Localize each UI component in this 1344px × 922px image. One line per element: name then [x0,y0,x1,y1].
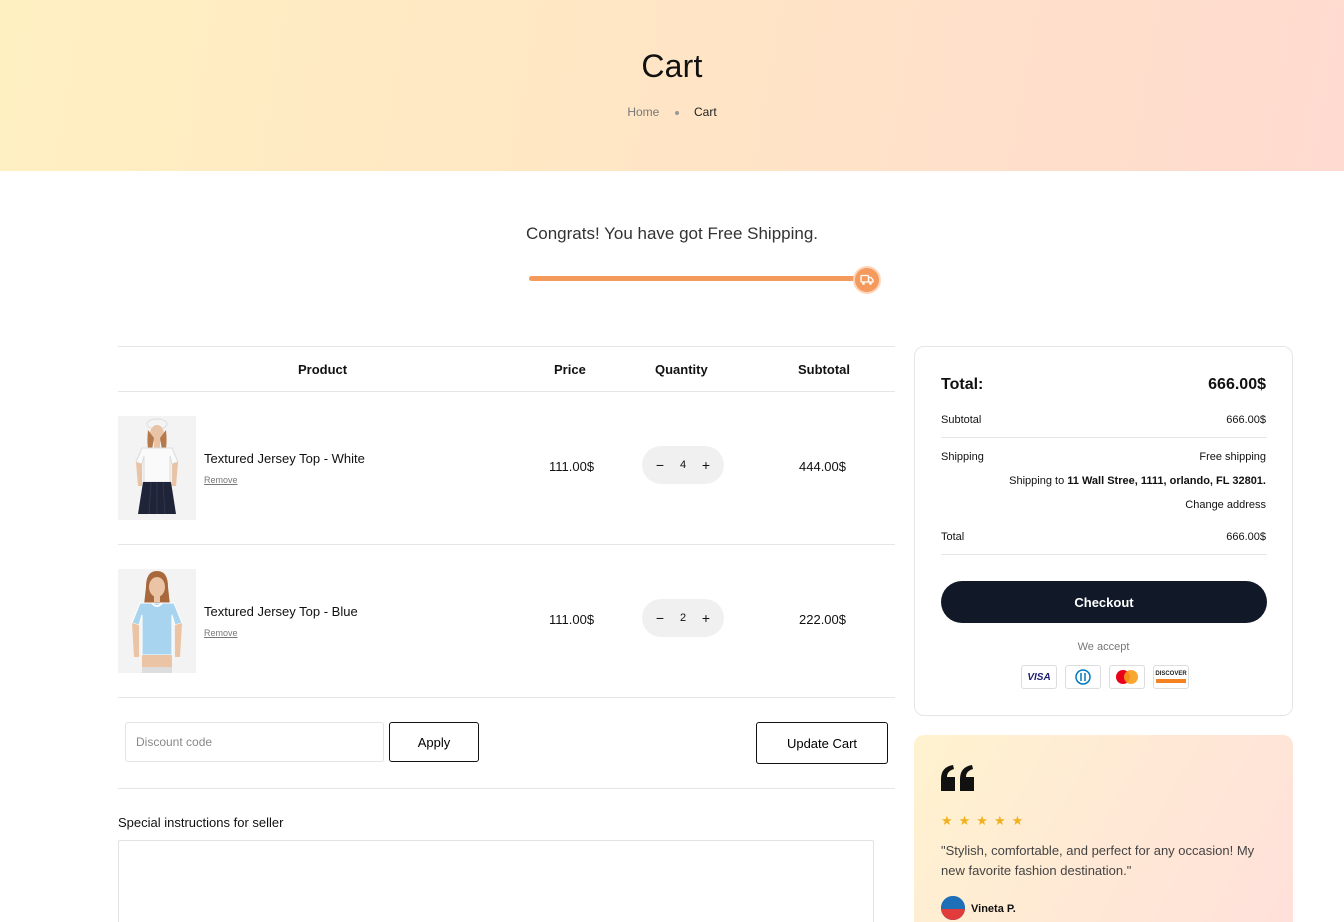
payment-methods: VISA DISCOVER [1021,665,1189,689]
quantity-stepper: − 4 + [642,446,724,484]
testimonial-card: ★★★★★ "Stylish, comfortable, and perfect… [914,735,1293,922]
visa-icon: VISA [1021,665,1057,689]
header-product: Product [298,362,348,377]
quantity-decrease-button[interactable]: − [654,610,666,626]
special-instructions-textarea[interactable] [118,840,874,922]
table-header: Product Price Quantity Subtotal [118,346,895,392]
product-name[interactable]: Textured Jersey Top - Blue [204,604,358,619]
testimonial-author: Vineta P. [971,903,1016,915]
remove-link[interactable]: Remove [204,628,238,638]
product-price: 111.00$ [549,612,595,627]
summary-shipping-value: Free shipping [1199,451,1266,463]
quantity-stepper: − 2 + [642,599,724,637]
divider [118,788,895,789]
quote-icon [941,765,975,796]
divider [941,437,1267,438]
breadcrumb-current: Cart [694,105,717,119]
breadcrumb-separator [674,110,679,115]
update-cart-button[interactable]: Update Cart [756,722,888,764]
quantity-increase-button[interactable]: + [700,610,712,626]
product-subtotal: 222.00$ [799,612,846,627]
remove-link[interactable]: Remove [204,475,238,485]
shipping-progress-bar [529,276,869,281]
quantity-value[interactable]: 4 [680,459,686,471]
summary-subtotal-label: Subtotal [941,414,982,426]
avatar [941,896,965,920]
free-shipping-message: Congrats! You have got Free Shipping. [525,224,819,243]
breadcrumb: Home Cart [0,105,1344,119]
white-top-image[interactable] [118,416,196,520]
product-subtotal: 444.00$ [799,459,846,474]
summary-subtotal-value: 666.00$ [1226,414,1266,426]
blue-top-image[interactable] [118,569,196,673]
product-price: 111.00$ [549,459,595,474]
truck-icon [853,266,881,294]
testimonial-text: "Stylish, comfortable, and perfect for a… [941,843,1255,878]
summary-total2-label: Total [941,531,965,543]
mastercard-icon [1109,665,1145,689]
diners-club-icon [1065,665,1101,689]
rating-stars: ★★★★★ [941,813,1030,828]
shipping-address-value: 11 Wall Stree, 1111, orlando, FL 32801. [1067,475,1266,487]
header-subtotal: Subtotal [798,362,850,377]
discount-code-input[interactable] [125,722,384,762]
page-hero: Cart Home Cart [0,0,1344,171]
breadcrumb-home[interactable]: Home [627,105,659,119]
discover-icon: DISCOVER [1153,665,1189,689]
shipping-progress-fill [529,276,869,281]
divider [941,554,1267,555]
discover-stripe [1156,679,1186,683]
summary-total-label: Total: [941,376,984,393]
summary-shipping-label: Shipping [941,451,984,463]
checkout-button[interactable]: Checkout [941,581,1267,623]
cart-table: Product Price Quantity Subtotal Textured… [118,346,895,698]
summary-total-value: 666.00$ [1208,376,1266,393]
product-name[interactable]: Textured Jersey Top - White [204,451,365,466]
header-quantity: Quantity [655,362,708,377]
quantity-decrease-button[interactable]: − [654,457,666,473]
apply-discount-button[interactable]: Apply [389,722,479,762]
table-row: Textured Jersey Top - Blue Remove 111.00… [118,545,895,698]
shipping-address: Shipping to 11 Wall Stree, 1111, orlando… [1009,475,1266,487]
summary-total2-value: 666.00$ [1226,531,1266,543]
we-accept-label: We accept [1077,641,1130,653]
quantity-increase-button[interactable]: + [700,457,712,473]
change-address-link[interactable]: Change address [1185,499,1266,511]
header-price: Price [554,362,586,377]
page-title: Cart [641,48,703,84]
quantity-value[interactable]: 2 [680,612,686,624]
special-instructions-label: Special instructions for seller [118,815,284,830]
shipping-to-prefix: Shipping to [1009,475,1068,487]
order-summary: Total: 666.00$ Subtotal 666.00$ Shipping… [914,346,1293,716]
table-row: Textured Jersey Top - White Remove 111.0… [118,392,895,545]
